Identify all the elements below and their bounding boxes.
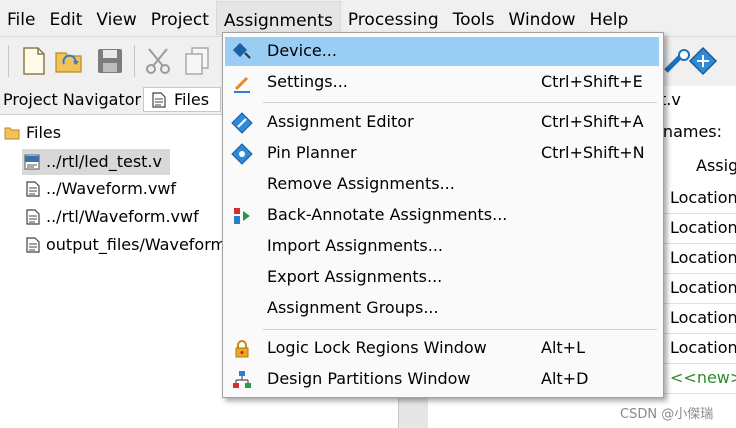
lock-icon bbox=[235, 340, 249, 358]
table-cell: Location bbox=[670, 188, 736, 207]
watermark: CSDN @小傑瑞 bbox=[620, 407, 714, 422]
tree-file-waveform[interactable]: ../Waveform.vwf bbox=[0, 176, 200, 202]
chip-icon bbox=[232, 42, 251, 59]
menu-item-label: Import Assignments... bbox=[267, 236, 443, 255]
menu-item-settings[interactable]: Settings... Ctrl+Shift+E bbox=[225, 68, 659, 97]
menu-item-device[interactable]: Device... bbox=[225, 37, 659, 66]
menu-edit[interactable]: Edit bbox=[42, 1, 89, 35]
table-cell: <<new>> bbox=[670, 368, 736, 387]
menu-item-label: Back-Annotate Assignments... bbox=[267, 205, 508, 224]
table-cell: Location bbox=[670, 218, 736, 237]
menu-item-label: Device... bbox=[267, 41, 337, 60]
open-folder-icon[interactable] bbox=[54, 45, 84, 77]
tree-file-label: ../rtl/led_test.v bbox=[46, 152, 162, 171]
menu-item-logic-lock[interactable]: Logic Lock Regions Window Alt+L bbox=[225, 334, 659, 363]
document-icon bbox=[26, 181, 40, 197]
tree-folder-files[interactable]: Files bbox=[0, 120, 200, 146]
table-row[interactable]: Location bbox=[660, 213, 736, 244]
table-row[interactable]: Location bbox=[660, 333, 736, 364]
menu-item-label: Remove Assignments... bbox=[267, 174, 455, 193]
table-row[interactable]: Location bbox=[660, 183, 736, 214]
assignment-editor-icon bbox=[231, 112, 253, 134]
copy-icon[interactable] bbox=[182, 45, 212, 77]
document-icon bbox=[152, 92, 166, 108]
table-row[interactable]: Location bbox=[660, 273, 736, 304]
files-view-selector[interactable]: Files bbox=[143, 87, 221, 112]
document-icon bbox=[26, 209, 40, 225]
menu-item-remove-assignments[interactable]: Remove Assignments... bbox=[225, 170, 659, 199]
menu-view[interactable]: View bbox=[89, 1, 143, 35]
menu-item-label: Assignment Editor bbox=[267, 112, 414, 131]
pin-planner-icon bbox=[231, 143, 253, 165]
column-header-assignment[interactable]: Assig bbox=[696, 156, 736, 175]
tree-file-rtl-waveform[interactable]: ../rtl/Waveform.vwf bbox=[0, 204, 220, 230]
tree-folder-label: Files bbox=[26, 123, 62, 142]
tree-file-label: ../rtl/Waveform.vwf bbox=[46, 207, 199, 226]
menu-item-shortcut: Ctrl+Shift+A bbox=[541, 112, 644, 131]
menu-processing[interactable]: Processing bbox=[341, 1, 446, 35]
save-icon[interactable] bbox=[95, 45, 125, 77]
back-annotate-icon bbox=[234, 208, 250, 224]
new-assignment-row[interactable]: <<new>> bbox=[660, 363, 736, 394]
menu-item-label: Assignment Groups... bbox=[267, 298, 439, 317]
table-cell: Location bbox=[670, 278, 736, 297]
menu-item-label: Export Assignments... bbox=[267, 267, 443, 286]
project-navigator-title: Project Navigator bbox=[3, 90, 142, 109]
menu-item-assignment-groups[interactable]: Assignment Groups... bbox=[225, 294, 659, 323]
document-icon bbox=[26, 237, 40, 253]
menu-item-pin-planner[interactable]: Pin Planner Ctrl+Shift+N bbox=[225, 139, 659, 168]
menu-item-shortcut: Ctrl+Shift+E bbox=[541, 72, 643, 91]
menu-project[interactable]: Project bbox=[144, 1, 216, 35]
menu-separator bbox=[263, 102, 657, 103]
tree-file-label: ../Waveform.vwf bbox=[46, 179, 177, 198]
folder-icon bbox=[4, 127, 20, 140]
menu-assignments[interactable]: Assignments bbox=[215, 1, 341, 35]
new-file-icon[interactable] bbox=[19, 45, 49, 77]
verilog-file-icon bbox=[24, 154, 40, 170]
menu-item-shortcut: Alt+D bbox=[541, 369, 589, 388]
menu-item-label: Settings... bbox=[267, 72, 348, 91]
menu-item-design-partitions[interactable]: Design Partitions Window Alt+D bbox=[225, 365, 659, 394]
toolbar-separator bbox=[8, 45, 9, 77]
partition-icon bbox=[233, 371, 251, 388]
table-row[interactable]: Location bbox=[660, 243, 736, 274]
pencil-icon bbox=[234, 76, 250, 93]
cut-icon[interactable] bbox=[143, 45, 173, 77]
tree-file-led-test[interactable]: ../rtl/led_test.v bbox=[22, 149, 170, 175]
menu-item-export-assignments[interactable]: Export Assignments... bbox=[225, 263, 659, 292]
menu-item-label: Design Partitions Window bbox=[267, 369, 471, 388]
tree-file-output-waveform[interactable]: output_files/Waveform bbox=[0, 232, 222, 258]
table-cell: Location bbox=[670, 338, 736, 357]
menu-window[interactable]: Window bbox=[502, 1, 583, 35]
menu-item-shortcut: Ctrl+Shift+N bbox=[541, 143, 645, 162]
menu-bar: File Edit View Project Assignments Proce… bbox=[0, 0, 736, 36]
menu-tools[interactable]: Tools bbox=[446, 1, 502, 35]
table-cell: Location bbox=[670, 248, 736, 267]
menu-item-back-annotate[interactable]: Back-Annotate Assignments... bbox=[225, 201, 659, 230]
assignments-dropdown-menu: Device... Settings... Ctrl+Shift+E Assig… bbox=[222, 32, 664, 398]
menu-item-label: Logic Lock Regions Window bbox=[267, 338, 487, 357]
menu-item-shortcut: Alt+L bbox=[541, 338, 585, 357]
tree-file-label: output_files/Waveform bbox=[46, 235, 222, 254]
table-cell: Location bbox=[670, 308, 736, 327]
files-tab-label: Files bbox=[174, 90, 210, 109]
menu-file[interactable]: File bbox=[0, 1, 42, 35]
table-row[interactable]: Location bbox=[660, 303, 736, 334]
menu-separator bbox=[263, 329, 657, 330]
menu-item-assignment-editor[interactable]: Assignment Editor Ctrl+Shift+A bbox=[225, 108, 659, 137]
menu-item-import-assignments[interactable]: Import Assignments... bbox=[225, 232, 659, 261]
toolbar-separator bbox=[134, 45, 135, 77]
menu-help[interactable]: Help bbox=[583, 1, 636, 35]
menu-item-label: Pin Planner bbox=[267, 143, 357, 162]
chip-planner-icon[interactable] bbox=[688, 45, 718, 77]
